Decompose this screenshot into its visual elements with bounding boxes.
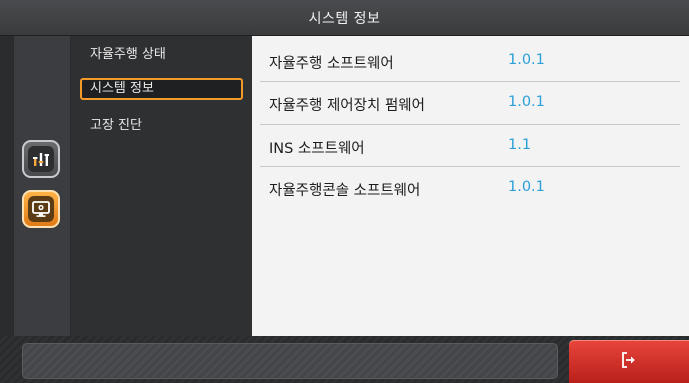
status-message-field	[22, 343, 558, 379]
info-label: 자율주행 소프트웨어	[269, 56, 394, 72]
info-value: 1.0.1	[508, 94, 545, 110]
info-row: INS 소프트웨어 1.1	[252, 125, 680, 167]
submenu-item-label: 자율주행 상태	[90, 47, 166, 62]
info-row: 자율주행 소프트웨어 1.0.1	[252, 40, 680, 82]
info-label: 자율주행 제어장치 펌웨어	[269, 98, 425, 114]
exit-icon	[619, 350, 639, 374]
info-label: 자율주행콘솔 소프트웨어	[269, 183, 421, 199]
info-value: 1.1	[508, 137, 532, 153]
screen: 시스템 정보 자율주행 상태 시스템 정보 고장 진단 자율주행 소프트웨어 1…	[0, 0, 689, 383]
info-label: INS 소프트웨어	[269, 141, 365, 157]
icon-rail	[14, 36, 71, 336]
monitor-settings-icon	[28, 196, 54, 222]
info-row: 자율주행콘솔 소프트웨어 1.0.1	[252, 167, 680, 209]
info-panel: 자율주행 소프트웨어 1.0.1 자율주행 제어장치 펌웨어 1.0.1 INS…	[252, 36, 689, 336]
info-row: 자율주행 제어장치 펌웨어 1.0.1	[252, 82, 680, 124]
info-value: 1.0.1	[508, 179, 545, 195]
page-title: 시스템 정보	[308, 10, 381, 27]
submenu-item-fault-diagnosis[interactable]: 고장 진단	[80, 116, 243, 138]
equalizer-icon	[28, 146, 54, 172]
submenu-item-label: 시스템 정보	[90, 81, 154, 96]
submenu-item-system-info[interactable]: 시스템 정보	[80, 78, 243, 100]
submenu: 자율주행 상태 시스템 정보 고장 진단	[71, 36, 252, 336]
title-bar: 시스템 정보	[0, 0, 689, 36]
exit-button[interactable]	[569, 340, 689, 383]
system-menu-button[interactable]	[22, 190, 60, 228]
info-value: 1.0.1	[508, 52, 545, 68]
submenu-item-autonomous-status[interactable]: 자율주행 상태	[80, 45, 243, 67]
submenu-item-label: 고장 진단	[90, 118, 142, 133]
status-menu-button[interactable]	[22, 140, 60, 178]
